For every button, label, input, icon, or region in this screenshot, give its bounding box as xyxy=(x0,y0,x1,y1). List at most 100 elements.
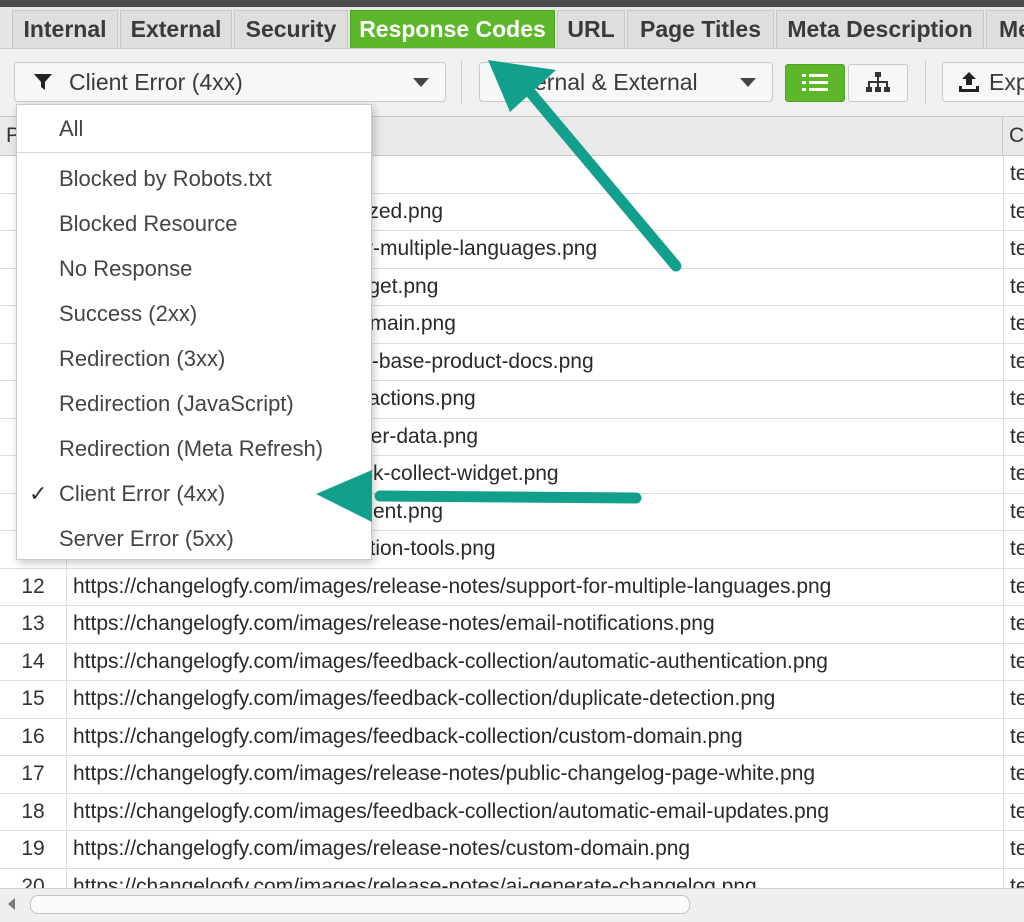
row-content-type: te xyxy=(1003,156,1024,193)
row-address: https://changelogfy.com/images/release-n… xyxy=(73,874,757,890)
menu-item-label: Redirection (Meta Refresh) xyxy=(59,436,324,461)
tree-view-button[interactable] xyxy=(848,64,908,102)
row-content-type: te xyxy=(1003,381,1024,418)
table-row[interactable]: 14 https://changelogfy.com/images/feedbac… xyxy=(0,643,1024,681)
status-filter-value: Client Error (4xx) xyxy=(69,68,243,95)
menu-item-blocked-by-robots-txt[interactable]: Blocked by Robots.txt xyxy=(17,159,371,199)
row-content-type: te xyxy=(1003,493,1024,530)
list-view-icon xyxy=(802,74,828,91)
menu-item-label: Client Error (4xx) xyxy=(59,481,226,506)
menu-divider xyxy=(17,152,371,153)
scrollbar-thumb[interactable] xyxy=(30,895,690,914)
check-icon: ✓ xyxy=(29,481,48,506)
row-address: https://changelogfy.com/images/release-n… xyxy=(73,837,691,860)
row-address: https://changelogfy.com/images/feedback-… xyxy=(73,724,743,748)
tab-url[interactable]: URL xyxy=(557,10,625,48)
scope-select[interactable]: ernal & External xyxy=(479,62,773,102)
table-row[interactable]: 16 https://changelogfy.com/images/feedbac… xyxy=(0,718,1024,756)
menu-item-label: Blocked by Robots.txt xyxy=(59,166,272,191)
menu-item-label: Success (2xx) xyxy=(59,301,198,326)
tab-page-titles[interactable]: Page Titles xyxy=(627,10,774,48)
row-index: 19 xyxy=(0,831,67,868)
export-icon xyxy=(959,72,979,92)
scroll-left-icon[interactable] xyxy=(8,898,15,910)
chevron-down-icon xyxy=(740,78,756,87)
tab-security[interactable]: Security xyxy=(234,10,348,48)
row-index: 13 xyxy=(0,606,67,643)
row-content-type: te xyxy=(1003,568,1024,605)
tab-meta-description[interactable]: Meta Description xyxy=(776,10,984,48)
tab-external[interactable]: External xyxy=(120,10,232,48)
row-address: https://changelogfy.com/images/release-n… xyxy=(73,574,832,598)
menu-item-client-error-4xx[interactable]: ✓ Client Error (4xx) xyxy=(17,474,371,514)
window-top-strip xyxy=(0,0,1024,7)
row-address: https://changelogfy.com/images/feedback-… xyxy=(73,799,830,823)
row-address: https://changelogfy.com/images/feedback-… xyxy=(73,649,828,673)
menu-item-label: Blocked Resource xyxy=(59,211,238,236)
row-content-type: te xyxy=(1003,456,1024,493)
row-content-type: te xyxy=(1003,306,1024,343)
menu-item-label: Server Error (5xx) xyxy=(59,526,234,551)
toolbar-divider xyxy=(925,60,926,104)
tab-response-codes[interactable]: Response Codes xyxy=(350,10,555,48)
tab-bar: Internal External Security Response Code… xyxy=(0,0,1024,49)
row-content-type: te xyxy=(1003,868,1024,889)
row-index: 20 xyxy=(0,868,67,889)
row-content-type: te xyxy=(1003,681,1024,718)
tab-meta-keywords[interactable]: Me xyxy=(986,10,1024,48)
menu-item-label: No Response xyxy=(59,256,193,281)
row-index: 16 xyxy=(0,718,67,755)
tab-internal[interactable]: Internal xyxy=(12,10,118,48)
menu-item-label: Redirection (3xx) xyxy=(59,346,226,371)
menu-item-redirection-javascript[interactable]: Redirection (JavaScript) xyxy=(17,384,371,424)
toolbar-divider xyxy=(461,60,462,104)
row-address: https://changelogfy.com/images/feedback-… xyxy=(73,687,776,710)
row-address: https://changelogfy.com/images/release-n… xyxy=(73,762,816,785)
menu-item-label: Redirection (JavaScript) xyxy=(59,391,294,416)
row-index: 14 xyxy=(0,643,67,680)
menu-item-server-error-5xx[interactable]: Server Error (5xx) xyxy=(17,519,371,559)
row-content-type: te xyxy=(1003,756,1024,793)
table-row[interactable]: 19 https://changelogfy.com/images/release… xyxy=(0,831,1024,869)
menu-item-redirection-meta-refresh[interactable]: Redirection (Meta Refresh) xyxy=(17,429,371,469)
row-content-type: te xyxy=(1003,793,1024,830)
status-filter-select[interactable]: Client Error (4xx) xyxy=(14,62,446,102)
table-row[interactable]: 15 https://changelogfy.com/images/feedbac… xyxy=(0,681,1024,719)
row-content-type: te xyxy=(1003,193,1024,230)
table-row[interactable]: 13 https://changelogfy.com/images/release… xyxy=(0,606,1024,644)
row-index: 18 xyxy=(0,793,67,830)
row-content-type: te xyxy=(1003,531,1024,568)
table-row[interactable]: 18 https://changelogfy.com/images/feedbac… xyxy=(0,793,1024,831)
chevron-down-icon xyxy=(413,78,429,87)
menu-item-blocked-resource[interactable]: Blocked Resource xyxy=(17,204,371,244)
row-index: 17 xyxy=(0,756,67,793)
export-label: Exp xyxy=(989,68,1024,95)
menu-item-label: All xyxy=(59,116,84,141)
menu-item-no-response[interactable]: No Response xyxy=(17,249,371,289)
status-filter-dropdown: All Blocked by Robots.txt Blocked Resource… xyxy=(16,104,372,560)
row-content-type: te xyxy=(1003,231,1024,268)
row-content-type: te xyxy=(1003,268,1024,305)
row-content-type: te xyxy=(1003,418,1024,455)
table-row[interactable]: 12 https://changelogfy.com/images/release… xyxy=(0,568,1024,606)
row-index: 12 xyxy=(0,568,67,605)
filter-icon xyxy=(34,74,52,90)
table-row[interactable]: 17 https://changelogfy.com/images/release… xyxy=(0,756,1024,794)
export-button[interactable]: Exp xyxy=(942,62,1024,102)
menu-item-all[interactable]: All xyxy=(17,109,371,149)
row-address: https://changelogfy.com/images/release-n… xyxy=(73,612,715,635)
row-index: 15 xyxy=(0,681,67,718)
row-content-type: te xyxy=(1003,643,1024,680)
column-header-content-type[interactable]: C xyxy=(1003,117,1024,155)
row-content-type: te xyxy=(1003,606,1024,643)
menu-item-success-2xx[interactable]: Success (2xx) xyxy=(17,294,371,334)
table-row[interactable]: 20 https://changelogfy.com/images/release… xyxy=(0,868,1024,890)
row-content-type: te xyxy=(1003,343,1024,380)
tree-view-icon xyxy=(866,72,890,92)
list-view-button[interactable] xyxy=(785,64,845,102)
row-content-type: te xyxy=(1003,831,1024,868)
scope-value: ernal & External xyxy=(534,68,698,95)
horizontal-scrollbar[interactable] xyxy=(0,888,1024,922)
menu-item-redirection-3xx[interactable]: Redirection (3xx) xyxy=(17,339,371,379)
row-content-type: te xyxy=(1003,718,1024,755)
